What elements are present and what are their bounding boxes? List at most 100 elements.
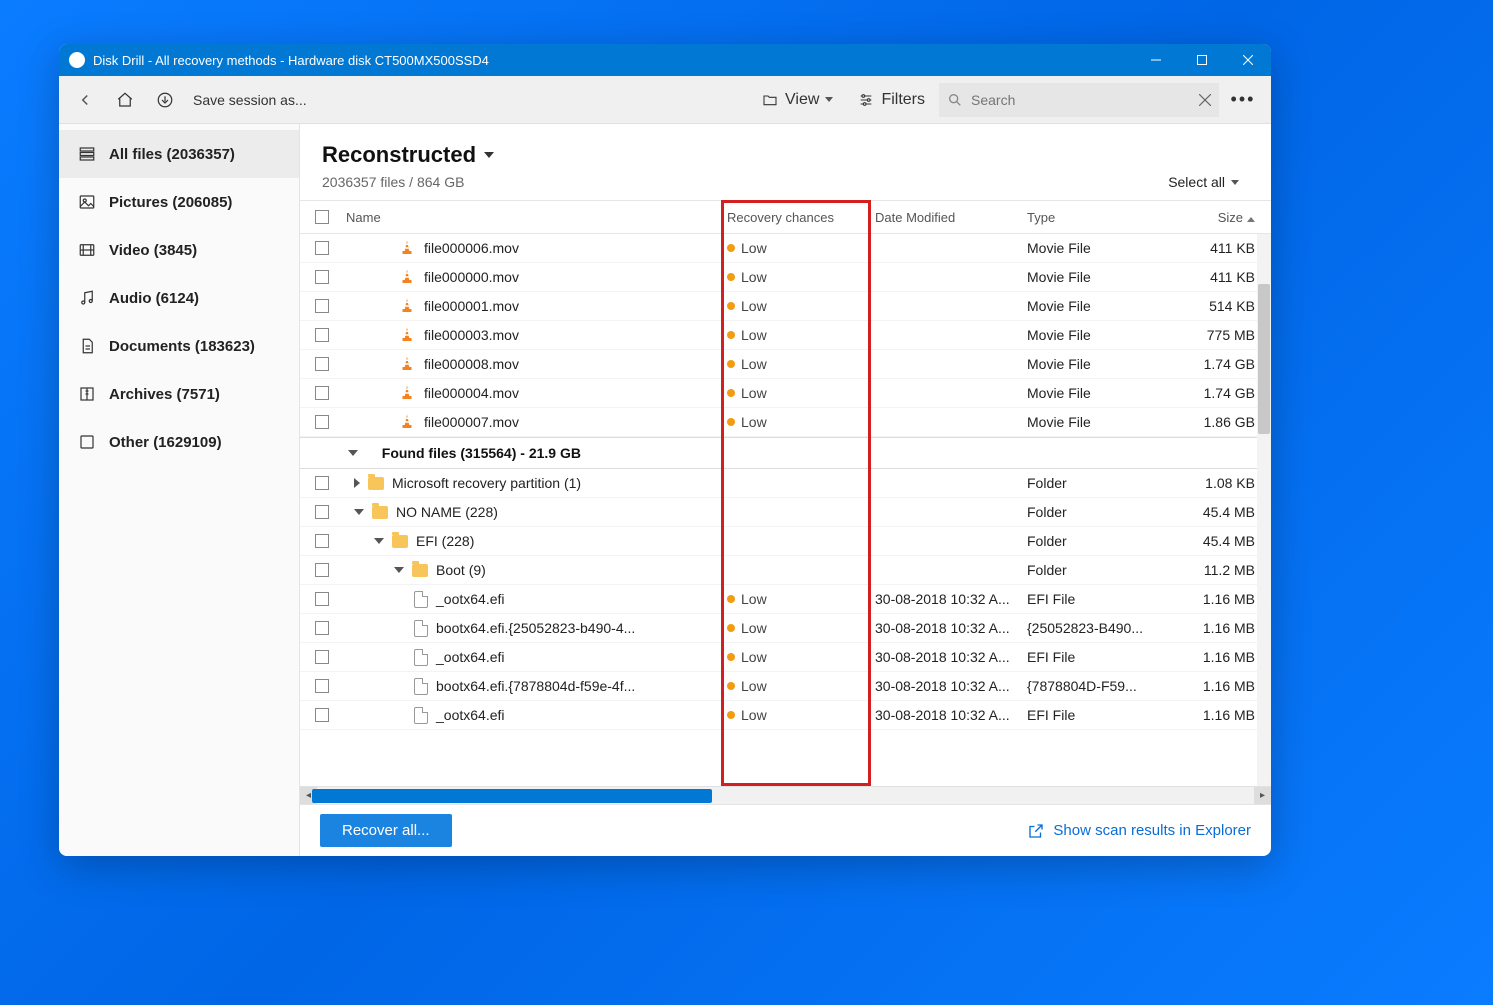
folder-icon (368, 477, 384, 490)
file-name: _ootx64.efi (436, 591, 505, 607)
size-cell: 1.74 GB (1159, 385, 1271, 401)
column-size[interactable]: Size (1159, 210, 1271, 225)
row-checkbox[interactable] (315, 328, 329, 342)
horizontal-scrollbar[interactable]: ◂ ▸ (300, 786, 1271, 804)
table-row[interactable]: Found files (315564) - 21.9 GB (300, 437, 1271, 469)
size-cell: 1.16 MB (1159, 591, 1271, 607)
sidebar-item-documents[interactable]: Documents (183623) (59, 322, 299, 370)
row-checkbox[interactable] (315, 534, 329, 548)
table-row[interactable]: EFI (228)Folder45.4 MB (300, 527, 1271, 556)
row-checkbox[interactable] (315, 476, 329, 490)
recover-all-button[interactable]: Recover all... (320, 814, 452, 847)
home-button[interactable] (107, 82, 143, 118)
type-cell: Folder (1027, 533, 1159, 549)
content-pane: Reconstructed 2036357 files / 864 GB Sel… (300, 124, 1271, 856)
row-checkbox[interactable] (315, 621, 329, 635)
recovery-badge: Low (727, 356, 875, 372)
row-checkbox[interactable] (315, 299, 329, 313)
size-cell: 411 KB (1159, 269, 1271, 285)
size-cell: 45.4 MB (1159, 533, 1271, 549)
table-row[interactable]: file000008.movLowMovie File1.74 GB (300, 350, 1271, 379)
row-checkbox[interactable] (315, 357, 329, 371)
row-checkbox[interactable] (315, 650, 329, 664)
row-checkbox[interactable] (315, 679, 329, 693)
section-title-dropdown[interactable]: Reconstructed (322, 142, 494, 168)
content-header: Reconstructed 2036357 files / 864 GB Sel… (300, 124, 1271, 200)
sidebar-item-pictures[interactable]: Pictures (206085) (59, 178, 299, 226)
table-row[interactable]: file000003.movLowMovie File775 MB (300, 321, 1271, 350)
view-dropdown[interactable]: View (751, 91, 843, 109)
expand-icon[interactable] (374, 538, 384, 544)
sidebar-item-all-files[interactable]: All files (2036357) (59, 130, 299, 178)
table-row[interactable]: _ootx64.efiLow30-08-2018 10:32 A...EFI F… (300, 643, 1271, 672)
search-input[interactable] (971, 92, 1191, 108)
file-name: file000004.mov (424, 385, 519, 401)
select-all-button[interactable]: Select all (1168, 174, 1249, 190)
sidebar-item-video[interactable]: Video (3845) (59, 226, 299, 274)
expand-icon[interactable] (354, 478, 360, 488)
sidebar-item-archives[interactable]: Archives (7571) (59, 370, 299, 418)
select-all-checkbox[interactable] (315, 210, 329, 224)
sidebar-item-audio[interactable]: Audio (6124) (59, 274, 299, 322)
table-row[interactable]: Microsoft recovery partition (1)Folder1.… (300, 469, 1271, 498)
row-checkbox[interactable] (315, 708, 329, 722)
filters-button[interactable]: Filters (847, 91, 935, 109)
vlc-icon (398, 297, 416, 315)
column-name[interactable]: Name (344, 210, 727, 225)
scroll-right-arrow[interactable]: ▸ (1254, 787, 1271, 804)
type-cell: EFI File (1027, 649, 1159, 665)
row-checkbox[interactable] (315, 415, 329, 429)
column-recovery[interactable]: Recovery chances (727, 210, 875, 225)
row-checkbox[interactable] (315, 505, 329, 519)
file-name: file000003.mov (424, 327, 519, 343)
vertical-scrollbar[interactable] (1257, 234, 1271, 786)
type-cell: Folder (1027, 562, 1159, 578)
table-row[interactable]: bootx64.efi.{7878804d-f59e-4f...Low30-08… (300, 672, 1271, 701)
table-row[interactable]: _ootx64.efiLow30-08-2018 10:32 A...EFI F… (300, 701, 1271, 730)
recovery-badge: Low (727, 385, 875, 401)
recovery-badge: Low (727, 298, 875, 314)
expand-icon[interactable] (394, 567, 404, 573)
maximize-button[interactable] (1179, 44, 1225, 76)
row-checkbox[interactable] (315, 386, 329, 400)
table-row[interactable]: bootx64.efi.{25052823-b490-4...Low30-08-… (300, 614, 1271, 643)
row-checkbox[interactable] (315, 241, 329, 255)
table-row[interactable]: file000000.movLowMovie File411 KB (300, 263, 1271, 292)
size-cell: 1.86 GB (1159, 414, 1271, 430)
save-session-button[interactable]: Save session as... (187, 92, 313, 108)
type-cell: Movie File (1027, 385, 1159, 401)
table-row[interactable]: _ootx64.efiLow30-08-2018 10:32 A...EFI F… (300, 585, 1271, 614)
column-type[interactable]: Type (1027, 210, 1159, 225)
show-in-explorer-link[interactable]: Show scan results in Explorer (1027, 822, 1251, 840)
sidebar-item-other[interactable]: Other (1629109) (59, 418, 299, 466)
clear-search-icon[interactable] (1199, 94, 1211, 106)
table-row[interactable]: Boot (9)Folder11.2 MB (300, 556, 1271, 585)
table-row[interactable]: file000004.mov Low Movie File1.74 GB (300, 379, 1271, 408)
scrollbar-thumb[interactable] (312, 789, 712, 803)
table-row[interactable]: NO NAME (228)Folder45.4 MB (300, 498, 1271, 527)
chevron-down-icon (1231, 180, 1239, 185)
expand-icon[interactable] (354, 509, 364, 515)
table-row[interactable]: file000001.movLowMovie File514 KB (300, 292, 1271, 321)
more-button[interactable]: ••• (1223, 89, 1263, 110)
file-name: file000007.mov (424, 414, 519, 430)
type-cell: Folder (1027, 504, 1159, 520)
download-icon[interactable] (147, 82, 183, 118)
minimize-button[interactable] (1133, 44, 1179, 76)
vlc-icon (398, 355, 416, 373)
collapse-icon[interactable] (348, 450, 358, 456)
size-cell: 514 KB (1159, 298, 1271, 314)
back-button[interactable] (67, 82, 103, 118)
row-checkbox[interactable] (315, 563, 329, 577)
row-checkbox[interactable] (315, 270, 329, 284)
close-button[interactable] (1225, 44, 1271, 76)
file-name: Microsoft recovery partition (1) (392, 475, 581, 491)
size-cell: 1.74 GB (1159, 356, 1271, 372)
table-row[interactable]: file000006.movLowMovie File411 KB (300, 234, 1271, 263)
row-checkbox[interactable] (315, 592, 329, 606)
scrollbar-thumb[interactable] (1258, 284, 1270, 434)
table-row[interactable]: file000007.movLowMovie File1.86 GB (300, 408, 1271, 437)
searchbox[interactable] (939, 83, 1219, 117)
column-date[interactable]: Date Modified (875, 210, 1027, 225)
file-name: bootx64.efi.{25052823-b490-4... (436, 620, 635, 636)
